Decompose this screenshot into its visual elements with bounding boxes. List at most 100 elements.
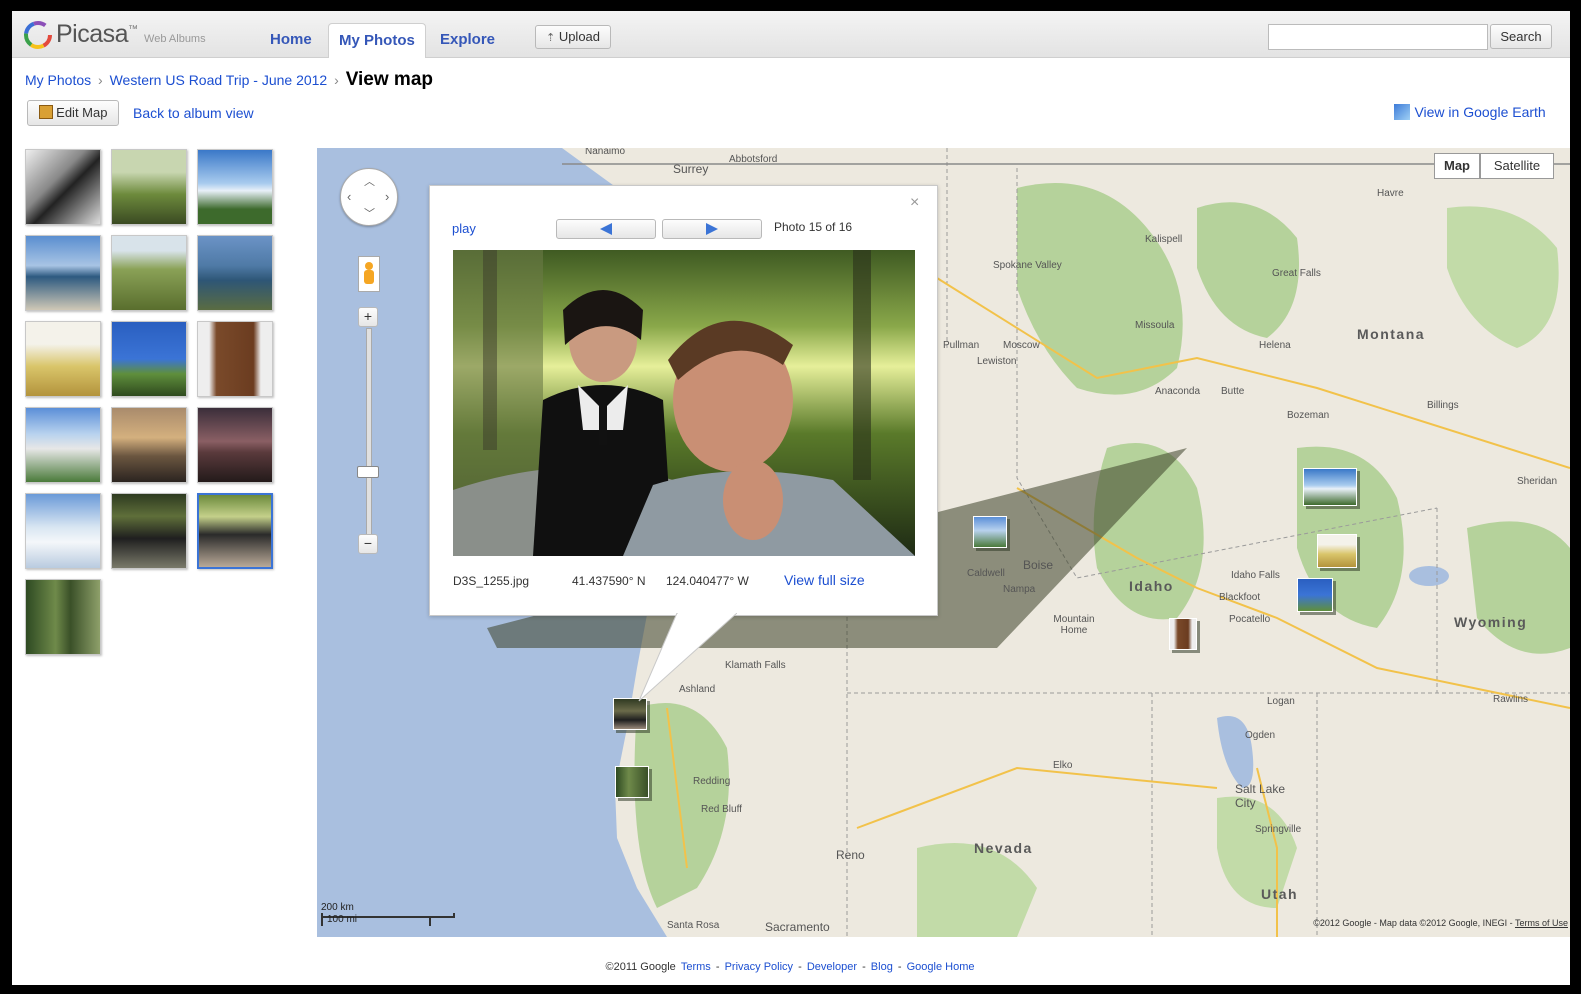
previous-photo-button[interactable] [556,219,656,239]
photo-marker[interactable] [1297,578,1333,612]
thumbnail[interactable] [25,321,101,397]
picasa-logo[interactable]: Picasa ™ Web Albums [24,20,206,49]
city-label: Pullman [943,340,980,351]
thumbnail[interactable] [25,579,101,655]
thumbnail[interactable] [111,235,187,311]
city-label: Great Falls [1272,268,1321,279]
photo-marker-cluster[interactable] [1303,468,1357,506]
city-label: Sacramento [765,920,830,934]
thumbnail[interactable] [111,407,187,483]
breadcrumb-my-photos[interactable]: My Photos [25,72,91,88]
city-label: Reno [836,848,865,862]
breadcrumb-album[interactable]: Western US Road Trip - June 2012 [110,72,328,88]
breadcrumb: My Photos › Western US Road Trip - June … [25,69,433,91]
city-label: Blackfoot [1219,592,1261,603]
thumbnail[interactable] [111,493,187,569]
thumbnail-selected[interactable] [197,493,273,569]
tab-explore[interactable]: Explore [430,23,505,57]
zoom-out-button[interactable]: − [358,534,378,554]
edit-map-label: Edit Map [56,105,108,120]
photo-illustration [453,250,915,556]
view-full-size-link[interactable]: View full size [784,572,865,588]
footer-separator: - [798,961,802,973]
state-label: Montana [1357,326,1426,342]
thumbnail[interactable] [111,321,187,397]
pan-up-icon[interactable]: ︿ [364,173,375,189]
left-arrow-icon [600,223,612,235]
photo-filename: D3S_1255.jpg [453,574,530,588]
thumbnail[interactable] [25,235,101,311]
close-icon[interactable]: × [910,194,919,212]
edit-map-button[interactable]: Edit Map [27,100,119,126]
footer-link-terms[interactable]: Terms [681,961,711,973]
scale-km-label: 200 km [321,902,354,913]
map-pin-icon [38,105,53,119]
breadcrumb-separator: › [334,72,339,88]
zoom-slider-handle[interactable] [357,466,379,478]
city-label: Surrey [673,162,709,176]
city-label: Ogden [1245,730,1276,741]
city-label: Rawlins [1493,694,1529,705]
city-label: Lewiston [977,356,1017,367]
map-copyright: ©2012 Google - Map data ©2012 Google, IN… [1313,918,1568,928]
play-link[interactable]: play [452,221,476,236]
footer-link-privacy[interactable]: Privacy Policy [725,961,793,973]
thumbnail[interactable] [197,149,273,225]
photo-longitude: 124.040477° W [666,574,749,588]
next-photo-button[interactable] [662,219,762,239]
city-label: Abbotsford [729,154,778,165]
thumbnail[interactable] [197,407,273,483]
popup-photo[interactable] [453,250,915,556]
pan-right-icon[interactable]: › [385,189,389,204]
photo-marker[interactable] [1169,618,1197,650]
search-button[interactable]: Search [1490,24,1552,49]
upload-icon: ⇡ [545,32,556,44]
map-type-map-button[interactable]: Map [1434,153,1480,179]
state-label: Utah [1261,886,1299,902]
thumbnail[interactable] [111,149,187,225]
city-label: Caldwell [967,568,1005,579]
map-terms-link[interactable]: Terms of Use [1515,918,1568,928]
footer-link-google-home[interactable]: Google Home [907,961,975,973]
city-label: Idaho Falls [1231,570,1280,581]
thumbnail[interactable] [25,493,101,569]
thumbnail[interactable] [197,321,273,397]
page-title: View map [345,69,433,90]
page-footer: ©2011 Google Terms - Privacy Policy - De… [12,961,1570,973]
logo-text: Picasa [56,20,129,48]
pan-left-icon[interactable]: ‹ [347,189,351,204]
back-to-album-link[interactable]: Back to album view [133,105,254,121]
city-label: Billings [1427,400,1459,411]
zoom-slider-track[interactable] [366,328,372,550]
city-label: Moscow [1003,340,1040,351]
city-label: Santa Rosa [667,920,720,931]
state-label: Nevada [974,840,1033,856]
city-label: Logan [1267,696,1295,707]
state-label: Wyoming [1454,614,1528,630]
pan-control[interactable]: ︿ ‹ › ﹀ [340,168,398,226]
city-label: Boise [1023,558,1054,572]
photo-marker[interactable] [1317,534,1357,568]
zoom-in-button[interactable]: + [358,307,378,327]
logo-trademark: ™ [128,24,139,35]
pan-down-icon[interactable]: ﹀ [364,205,375,221]
pegman-icon[interactable] [358,256,380,292]
city-label: Pocatello [1229,614,1271,625]
footer-link-developer[interactable]: Developer [807,961,857,973]
footer-separator: - [862,961,866,973]
tab-my-photos[interactable]: My Photos [328,23,426,58]
thumbnail[interactable] [197,235,273,311]
footer-link-blog[interactable]: Blog [871,961,893,973]
tab-home[interactable]: Home [260,23,322,57]
city-label: Nanaimo [585,148,626,157]
upload-button[interactable]: ⇡ Upload [535,25,611,49]
thumbnail[interactable] [25,407,101,483]
map-type-satellite-button[interactable]: Satellite [1480,153,1554,179]
search-input[interactable] [1268,24,1488,50]
thumbnail[interactable] [25,149,101,225]
google-earth-link[interactable]: View in Google Earth [1394,104,1546,122]
photo-marker[interactable] [615,766,649,798]
photo-marker[interactable] [973,516,1007,548]
photo-info-window: play Photo 15 of 16 × D3S_1255.jpg 41.43… [429,185,938,616]
map-scale: 200 km 100 mi [321,902,455,926]
